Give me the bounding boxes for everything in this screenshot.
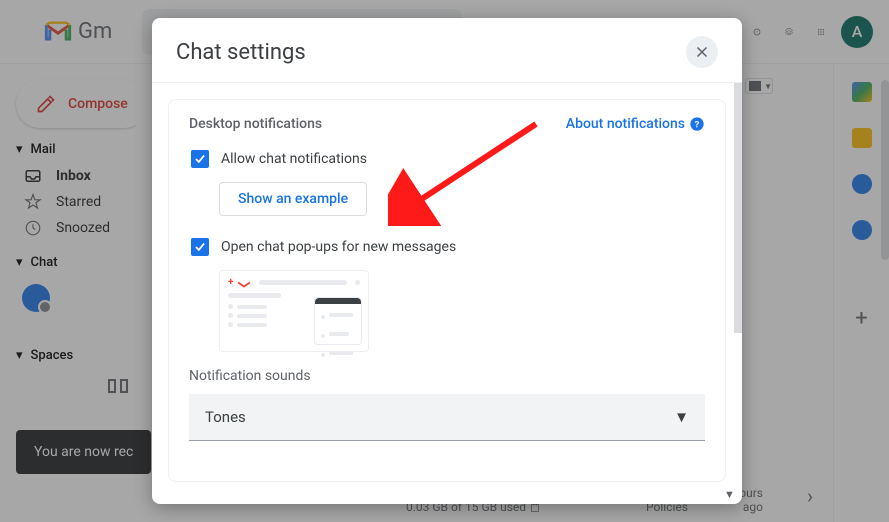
caret-down-icon: ▼ (674, 408, 689, 426)
sounds-selected-value: Tones (205, 408, 246, 426)
check-icon (193, 152, 207, 166)
modal-scroll-area: Desktop notifications About notification… (152, 83, 742, 504)
gmail-m-icon (237, 278, 251, 288)
close-button[interactable] (686, 36, 718, 68)
scroll-down-caret-icon[interactable]: ▼ (724, 488, 738, 502)
popup-preview: + (219, 270, 369, 352)
check-icon (193, 240, 207, 254)
svg-text:?: ? (695, 119, 700, 130)
close-icon (693, 43, 711, 61)
notification-sounds-title: Notification sounds (189, 368, 705, 384)
popups-checkbox[interactable] (191, 238, 209, 256)
desktop-notifications-title: Desktop notifications (189, 116, 322, 132)
sounds-dropdown[interactable]: Tones ▼ (189, 394, 705, 441)
modal-title: Chat settings (176, 40, 306, 65)
modal-header: Chat settings (152, 18, 742, 83)
modal-scrollbar[interactable] (734, 83, 742, 333)
chat-settings-modal: Chat settings Desktop notifications Abou… (152, 18, 742, 504)
allow-notifications-label: Allow chat notifications (221, 151, 367, 167)
help-icon: ? (689, 116, 705, 132)
popups-label: Open chat pop-ups for new messages (221, 239, 456, 255)
about-notifications-link[interactable]: About notifications ? (566, 116, 705, 132)
show-example-button[interactable]: Show an example (219, 182, 367, 216)
allow-notifications-checkbox[interactable] (191, 150, 209, 168)
